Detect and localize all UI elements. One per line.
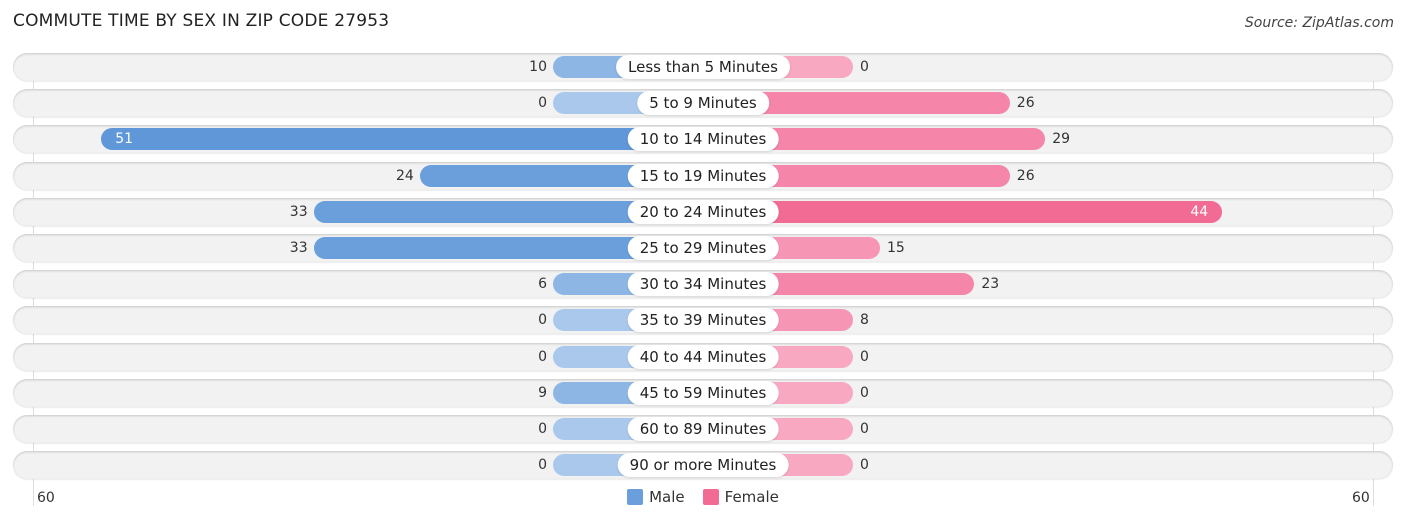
value-label-female: 26 (1016, 167, 1035, 184)
value-label-male: 24 (395, 167, 414, 184)
legend-swatch-male (627, 489, 644, 505)
category-label: 45 to 59 Minutes (627, 380, 779, 405)
value-label-male: 33 (289, 203, 308, 220)
value-label-female: 0 (860, 421, 869, 437)
legend-label-male: Male (649, 488, 685, 506)
value-label-male: 33 (289, 240, 308, 256)
value-label-male: 51 (115, 131, 134, 148)
value-label-female: 0 (860, 457, 869, 474)
value-label-male: 10 (529, 59, 547, 75)
value-label-female: 29 (1052, 131, 1071, 148)
category-label: 30 to 34 Minutes (627, 272, 779, 297)
value-label-male: 0 (538, 457, 547, 474)
category-label: 25 to 29 Minutes (627, 236, 779, 260)
legend-label-female: Female (724, 488, 779, 506)
category-label: 15 to 19 Minutes (627, 163, 779, 188)
legend: Male Female (0, 488, 1406, 506)
value-label-female: 0 (860, 384, 869, 401)
category-label: 40 to 44 Minutes (627, 344, 779, 369)
value-label-male: 0 (538, 421, 547, 437)
legend-item-female: Female (702, 488, 779, 506)
value-label-male: 0 (538, 348, 547, 365)
value-label-female: 0 (860, 59, 869, 75)
legend-item-male: Male (627, 488, 685, 506)
value-label-female: 26 (1016, 95, 1035, 112)
value-label-female: 23 (981, 276, 1000, 293)
value-label-female: 8 (860, 312, 869, 329)
category-label: 60 to 89 Minutes (627, 417, 779, 441)
category-label: 20 to 24 Minutes (627, 199, 779, 224)
value-label-female: 44 (1190, 203, 1209, 220)
chart-title: COMMUTE TIME BY SEX IN ZIP CODE 27953 (13, 11, 390, 31)
category-label: 90 or more Minutes (617, 453, 789, 478)
value-label-male: 0 (538, 312, 547, 329)
category-label: 35 to 39 Minutes (627, 308, 779, 333)
category-label: 10 to 14 Minutes (627, 127, 779, 152)
value-label-male: 6 (538, 276, 547, 293)
legend-swatch-female (702, 489, 719, 505)
value-label-male: 0 (538, 95, 547, 112)
bar-female (703, 200, 1223, 223)
source-label: Source: ZipAtlas.com (1244, 15, 1394, 31)
value-label-male: 9 (538, 384, 547, 401)
category-label: 5 to 9 Minutes (637, 91, 769, 116)
value-label-female: 0 (860, 348, 869, 365)
value-label-female: 15 (887, 240, 905, 256)
category-label: Less than 5 Minutes (616, 55, 790, 79)
bar-male (101, 128, 703, 151)
